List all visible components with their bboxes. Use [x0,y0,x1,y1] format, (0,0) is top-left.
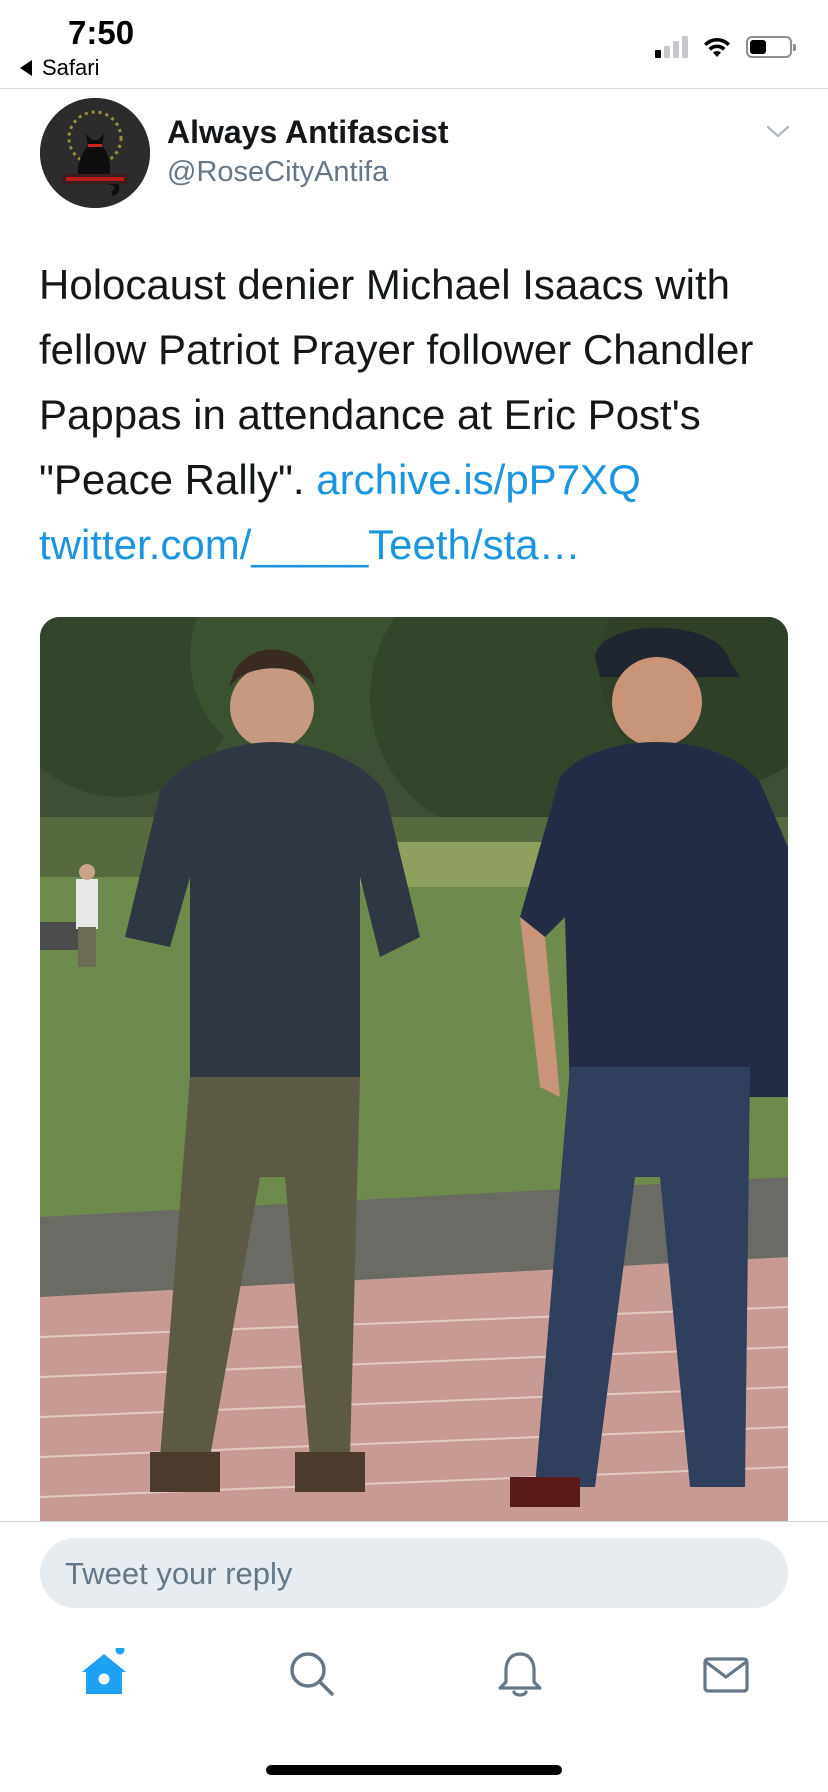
search-icon[interactable] [286,1648,338,1700]
tweet-photo[interactable] [40,617,788,1522]
wifi-icon [704,37,730,57]
chevron-down-icon[interactable] [766,120,790,144]
author-avatar[interactable] [40,98,150,208]
twitter-status-link[interactable]: twitter.com/_____Teeth/sta… [39,521,581,568]
status-icons [655,36,796,58]
author-handle[interactable]: @RoseCityAntifa [167,156,388,189]
author-name[interactable]: Always Antifascist [167,114,449,151]
avatar-cat-logo [40,98,150,208]
photo-scene [40,617,788,1522]
tweet-text: Holocaust denier Michael Isaacs with fel… [39,252,799,577]
home-indicator[interactable] [266,1765,562,1775]
archive-link[interactable]: archive.is/pP7XQ [316,456,640,503]
status-bar: 7:50 Safari [0,0,828,88]
back-arrow-icon [20,60,32,76]
home-icon[interactable] [78,1648,130,1700]
messages-icon[interactable] [700,1648,752,1700]
back-app-label: Safari [42,55,100,80]
notifications-icon[interactable] [494,1648,546,1700]
battery-icon [746,36,796,58]
back-to-safari-link[interactable]: Safari [20,55,99,81]
status-time: 7:50 [68,14,135,51]
reply-placeholder: Tweet your reply [65,1556,293,1591]
reply-input[interactable]: Tweet your reply [40,1538,788,1608]
header-divider [0,88,828,89]
cellular-signal-icon [655,36,688,58]
